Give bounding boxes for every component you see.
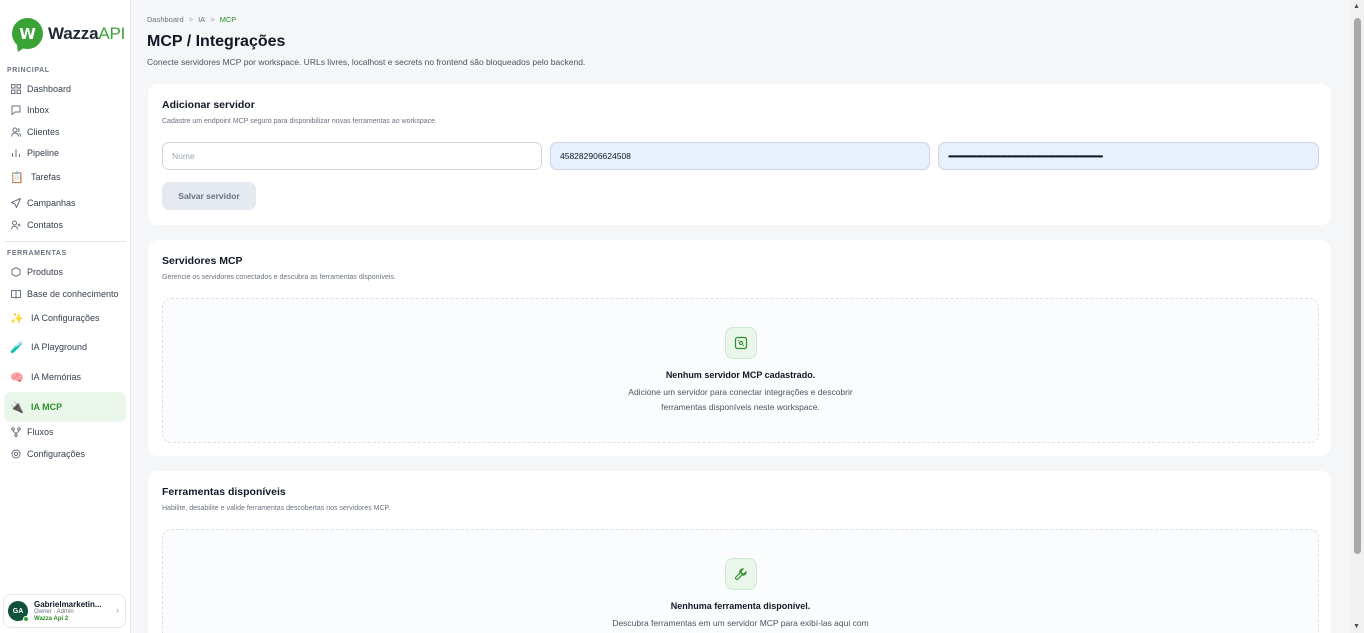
tools-card: Ferramentas disponíveis Habilite, desabi… <box>148 471 1331 633</box>
sidebar-item-label: Pipeline <box>27 148 60 158</box>
servers-empty-line1: Adicione um servidor para conectar integ… <box>628 387 853 397</box>
server-icon <box>725 327 757 359</box>
clipboard-icon: 📋 <box>10 171 24 184</box>
page-title: MCP / Integrações <box>147 33 286 50</box>
gear-icon <box>10 449 21 460</box>
user-profile-card[interactable]: GA Gabrielmarketin... Owner · Admin Wazz… <box>3 594 126 628</box>
user-role: Owner · Admin <box>34 608 74 615</box>
sidebar-item-produtos[interactable]: Produtos <box>4 263 126 281</box>
sidebar-item-dashboard[interactable]: Dashboard <box>4 80 126 98</box>
servers-subtitle: Gerencie os servidores conectados e desc… <box>162 274 396 281</box>
sidebar-item-label: Configurações <box>27 449 86 459</box>
logo-icon: W <box>12 18 43 49</box>
test-tube-icon: 🧪 <box>10 341 24 354</box>
breadcrumb: Dashboard > IA > MCP <box>147 15 236 24</box>
scroll-down-arrow-icon[interactable]: ▼ <box>1353 623 1360 630</box>
breadcrumb-dashboard[interactable]: Dashboard <box>147 15 184 24</box>
sidebar-item-fluxos[interactable]: Fluxos <box>4 423 126 441</box>
chevron-right-icon: › <box>116 605 119 615</box>
sidebar-item-label: Inbox <box>27 105 50 115</box>
breadcrumb-separator: > <box>210 15 215 24</box>
server-url-input[interactable]: 458282906624508 <box>550 142 930 170</box>
sidebar: W WazzaAPI PRINCIPAL Dashboard Inbox Cli… <box>0 0 131 633</box>
sidebar-item-label: Clientes <box>27 127 60 137</box>
sidebar-divider <box>4 241 126 242</box>
plug-icon: 🔌 <box>10 401 24 414</box>
sidebar-item-campanhas[interactable]: Campanhas <box>4 194 126 212</box>
user-workspace: Wazza Api 2 <box>34 615 69 622</box>
sidebar-item-label: IA Memórias <box>31 372 82 382</box>
servers-card: Servidores MCP Gerencie os servidores co… <box>148 240 1331 456</box>
avatar: GA <box>8 601 29 622</box>
sidebar-item-ia-playground[interactable]: 🧪 IA Playground <box>4 338 126 356</box>
sidebar-item-label: Tarefas <box>31 172 61 182</box>
wrench-icon <box>725 558 757 590</box>
server-name-input[interactable]: Nome <box>162 142 542 170</box>
brand-logo[interactable]: W WazzaAPI <box>12 18 125 49</box>
box-icon <box>10 267 21 278</box>
tools-subtitle: Habilite, desabilite e valide ferramenta… <box>162 505 391 512</box>
sidebar-item-pipeline[interactable]: Pipeline <box>4 144 126 162</box>
sidebar-item-clientes[interactable]: Clientes <box>4 123 126 141</box>
brain-icon: 🧠 <box>10 371 24 384</box>
book-icon <box>10 289 21 300</box>
servers-empty-title: Nenhum servidor MCP cadastrado. <box>665 370 816 380</box>
servers-title: Servidores MCP <box>162 255 243 267</box>
sidebar-item-label: IA MCP <box>31 402 63 412</box>
section-label-ferramentas: FERRAMENTAS <box>7 250 67 257</box>
breadcrumb-current: MCP <box>219 15 237 24</box>
breadcrumb-ia[interactable]: IA <box>198 15 205 24</box>
flow-icon <box>10 427 21 438</box>
add-server-title: Adicionar servidor <box>162 99 255 111</box>
sidebar-item-label: IA Configurações <box>31 313 100 323</box>
user-plus-icon <box>10 220 21 231</box>
message-icon <box>10 105 21 116</box>
servers-empty-line2: ferramentas disponíveis neste workspace. <box>661 402 820 412</box>
tools-empty-line1: Descubra ferramentas em um servidor MCP … <box>612 618 869 628</box>
page-scrollbar[interactable]: ▲ ▼ <box>1350 0 1364 633</box>
sidebar-item-tarefas[interactable]: 📋 Tarefas <box>4 168 126 186</box>
users-icon <box>10 127 21 138</box>
sidebar-item-configuracoes[interactable]: Configurações <box>4 445 126 463</box>
user-name: Gabrielmarketin... <box>34 599 102 609</box>
tools-empty-title: Nenhuma ferramenta disponível. <box>670 601 811 611</box>
sidebar-item-inbox[interactable]: Inbox <box>4 101 126 119</box>
section-label-principal: PRINCIPAL <box>7 67 50 74</box>
sidebar-item-label: Campanhas <box>27 198 76 208</box>
sidebar-item-base-de-conhecimento[interactable]: Base de conhecimento <box>4 285 126 303</box>
bar-chart-icon <box>10 148 21 159</box>
servers-empty-state: Nenhum servidor MCP cadastrado. Adicione… <box>162 298 1319 443</box>
grid-icon <box>10 84 21 95</box>
sidebar-item-label: Base de conhecimento <box>27 289 119 299</box>
breadcrumb-separator: > <box>188 15 194 24</box>
brand-name: WazzaAPI <box>48 23 126 43</box>
sparkles-icon: ✨ <box>10 312 24 325</box>
save-server-button[interactable]: Salvar servidor <box>162 182 256 210</box>
sidebar-item-label: Fluxos <box>27 427 54 437</box>
scrollbar-thumb[interactable] <box>1354 18 1361 554</box>
server-secret-input[interactable]: ••••••••••••••••••••••••••••••••••••••••… <box>938 142 1319 170</box>
online-status-dot <box>23 616 29 622</box>
tools-title: Ferramentas disponíveis <box>162 486 286 498</box>
page-subtitle: Conecte servidores MCP por workspace. UR… <box>147 57 586 67</box>
sidebar-item-label: Contatos <box>27 220 64 230</box>
sidebar-item-ia-mcp[interactable]: 🔌 IA MCP <box>4 392 126 422</box>
sidebar-item-label: Dashboard <box>27 84 72 94</box>
tools-empty-state: Nenhuma ferramenta disponível. Descubra … <box>162 529 1319 633</box>
add-server-card: Adicionar servidor Cadastre um endpoint … <box>148 84 1331 225</box>
scroll-up-arrow-icon[interactable]: ▲ <box>1353 3 1360 10</box>
sidebar-item-label: Produtos <box>27 267 64 277</box>
sidebar-item-label: IA Playground <box>31 342 88 352</box>
sidebar-item-ia-memorias[interactable]: 🧠 IA Memórias <box>4 368 126 386</box>
add-server-subtitle: Cadastre um endpoint MCP seguro para dis… <box>162 118 437 125</box>
send-icon <box>10 198 21 209</box>
sidebar-item-contatos[interactable]: Contatos <box>4 216 126 234</box>
sidebar-item-ia-configuracoes[interactable]: ✨ IA Configurações <box>4 309 126 327</box>
